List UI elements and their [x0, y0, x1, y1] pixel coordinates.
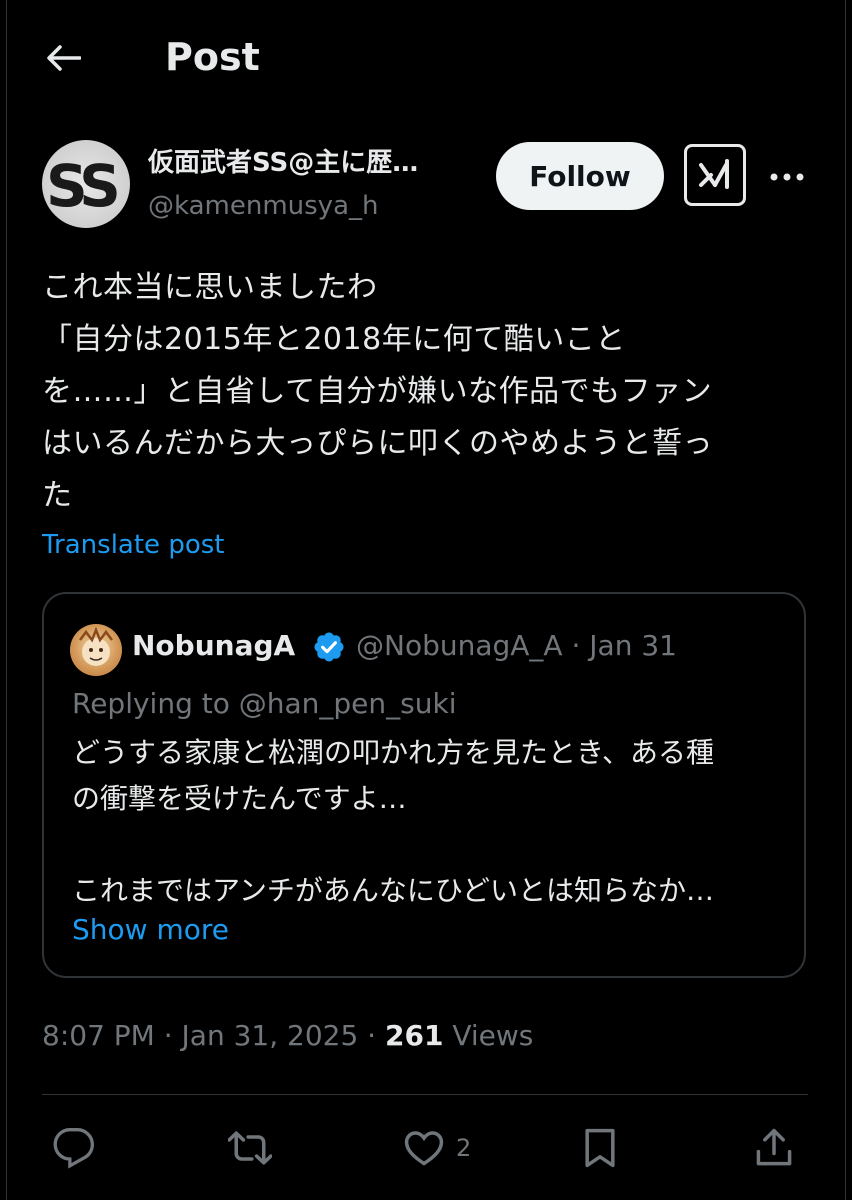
author-name[interactable]: 仮面武者SS@主に歴… [148, 146, 418, 180]
verified-icon [314, 632, 344, 662]
views-label: Views [443, 1019, 534, 1052]
repost-button[interactable] [228, 1124, 272, 1172]
follow-button[interactable]: Follow [496, 142, 664, 210]
avatar-image: SS [46, 152, 123, 220]
share-icon [756, 1128, 792, 1166]
repost-icon [228, 1131, 272, 1165]
quote-replying-to: Replying to @han_pen_suki [72, 687, 457, 720]
bookmark-button[interactable] [578, 1124, 622, 1172]
author-handle[interactable]: @kamenmusya_h [148, 190, 378, 222]
quote-author-name: NobunagA [132, 629, 296, 662]
grok-icon [699, 159, 729, 189]
page-title: Post [165, 35, 260, 79]
quote-text: どうする家康と松潤の叩かれ方を見たとき、ある種 の衝撃を受けたんですよ… これま… [72, 736, 715, 907]
quoted-post[interactable]: NobunagA @NobunagA_A · Jan 31 Replying t… [42, 592, 806, 978]
views-count: 261 [384, 1019, 444, 1052]
post-timestamp[interactable]: 8:07 PM · Jan 31, 2025 · [42, 1019, 385, 1052]
grok-button[interactable] [684, 144, 746, 206]
bookmark-icon [585, 1128, 615, 1168]
show-more-link[interactable]: Show more [72, 912, 229, 948]
author-avatar[interactable]: SS [42, 140, 130, 228]
back-button[interactable] [42, 38, 86, 78]
quote-avatar-image [79, 626, 113, 666]
translate-post-link[interactable]: Translate post [42, 528, 224, 562]
like-button[interactable]: 2 [402, 1124, 471, 1172]
quote-avatar [70, 624, 122, 676]
reply-icon [53, 1128, 94, 1169]
quote-handle-date: @NobunagA_A · Jan 31 [356, 629, 677, 662]
more-icon [770, 173, 804, 181]
like-icon [404, 1131, 444, 1166]
more-options-button[interactable] [764, 160, 810, 194]
post-meta: 8:07 PM · Jan 31, 2025 · 261 Views [42, 1018, 533, 1054]
reply-button[interactable] [52, 1124, 96, 1172]
share-button[interactable] [752, 1124, 796, 1172]
like-count: 2 [456, 1134, 472, 1162]
svg-text:SS: SS [46, 152, 117, 220]
back-arrow-icon [47, 45, 81, 71]
post-text: これ本当に思いましたわ 「自分は2015年と2018年に何て酷いこと を……」と… [42, 270, 713, 513]
divider [42, 1094, 808, 1095]
